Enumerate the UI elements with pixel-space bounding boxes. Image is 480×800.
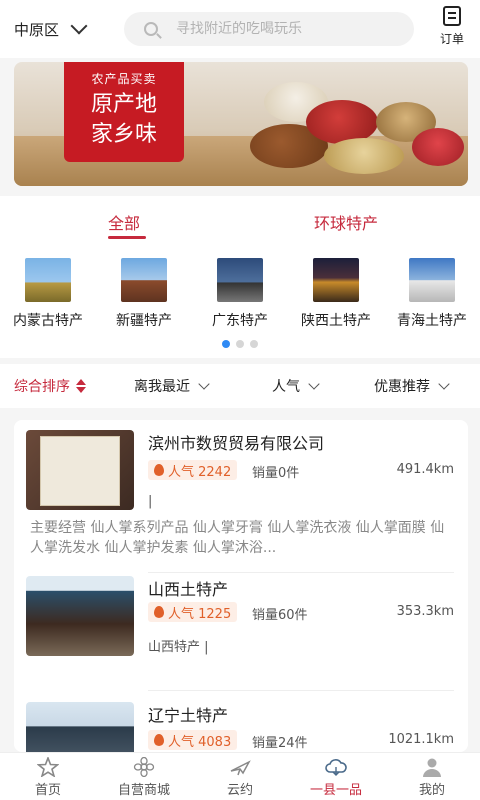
filter-popularity[interactable]: 人气: [272, 376, 320, 396]
sales-count: 销量0件: [252, 466, 300, 481]
category-item[interactable]: 青海土特产: [384, 258, 480, 330]
carousel-dot[interactable]: [236, 340, 244, 348]
filter-nearest[interactable]: 离我最近: [134, 376, 210, 396]
nav-label: 首页: [34, 783, 61, 798]
chevron-down-icon: [308, 378, 320, 390]
license-document: [40, 436, 120, 506]
category-thumbnail: [217, 258, 263, 302]
top-bar: 中原区 订单: [0, 0, 480, 58]
nav-mine[interactable]: 我的: [384, 753, 480, 800]
business-scope: 主要经营 仙人掌系列产品 仙人掌牙膏 仙人掌洗衣液 仙人掌面膜 仙人掌洗发水 仙…: [30, 520, 445, 556]
popularity-badge: 人气 2242: [148, 460, 238, 480]
carousel-dot[interactable]: [250, 340, 258, 348]
category-label: 青海土特产: [397, 313, 467, 329]
filter-label: 人气: [272, 379, 300, 395]
filter-label: 综合排序: [14, 379, 70, 395]
search-input[interactable]: [176, 21, 396, 37]
store-tags: 山西特产 |: [148, 640, 209, 655]
popularity-value: 人气 2242: [168, 464, 232, 480]
distance: 1021.1km: [388, 732, 454, 747]
search-icon: [144, 22, 158, 36]
carousel-dot[interactable]: [222, 340, 230, 348]
location-label: 中原区: [14, 20, 60, 39]
flame-icon: [154, 734, 164, 746]
category-tabs: 全部 环球特产: [0, 196, 480, 248]
clipboard-icon: [442, 6, 461, 26]
popularity-badge: 人气 4083: [148, 730, 238, 750]
category-item[interactable]: 广东特产: [192, 258, 288, 330]
category-thumbnail: [25, 258, 71, 302]
cloud-icon: [325, 759, 347, 776]
chevron-down-icon: [438, 378, 450, 390]
category-label: 广东特产: [212, 313, 268, 329]
promo-banner[interactable]: 农产品买卖 原产地 家乡味: [14, 62, 468, 186]
store-name: 山西土特产: [148, 580, 229, 599]
store-tags: |: [148, 494, 153, 509]
banner-badge: 农产品买卖 原产地 家乡味: [64, 62, 184, 162]
filter-comprehensive-sort[interactable]: 综合排序: [14, 376, 86, 396]
popularity-value: 人气 4083: [168, 734, 232, 750]
store-item[interactable]: 山西土特产 人气 1225 销量60件 353.3km 山西特产 |: [14, 572, 468, 692]
sales-count: 销量24件: [252, 736, 308, 751]
sort-arrows-icon: [76, 379, 86, 393]
sales-count: 销量60件: [252, 608, 308, 623]
carousel-dots: [0, 340, 480, 348]
category-thumbnail: [121, 258, 167, 302]
category-label: 内蒙古特产: [13, 313, 83, 329]
star-icon: [37, 757, 59, 777]
distance: 353.3km: [396, 604, 454, 619]
flower-icon: [133, 757, 155, 777]
distance: 491.4km: [396, 462, 454, 477]
nav-self-mall[interactable]: 自营商城: [96, 753, 192, 800]
popularity-badge: 人气 1225: [148, 602, 238, 622]
store-image: [26, 702, 134, 752]
store-item[interactable]: 滨州市数贸贸易有限公司 人气 2242 销量0件 491.4km | 主要经营 …: [14, 420, 468, 570]
plane-icon: [230, 760, 251, 776]
chevron-down-icon: [70, 17, 88, 35]
category-item[interactable]: 陕西土特产: [288, 258, 384, 330]
search-box[interactable]: [124, 12, 414, 46]
region-categories: 内蒙古特产 新疆特产 广东特产 陕西土特产 青海土特产: [0, 248, 480, 358]
person-icon: [423, 758, 441, 777]
food-bowl: [324, 138, 404, 174]
popularity-value: 人气 1225: [168, 606, 232, 622]
nav-label: 一县一品: [309, 783, 362, 798]
nav-cloud-booking[interactable]: 云约: [192, 753, 288, 800]
store-list: 滨州市数贸贸易有限公司 人气 2242 销量0件 491.4km | 主要经营 …: [14, 420, 468, 752]
chevron-down-icon: [198, 378, 210, 390]
nav-label: 云约: [226, 783, 253, 798]
category-thumbnail: [409, 258, 455, 302]
store-name: 辽宁土特产: [148, 706, 229, 725]
banner-badge-line2: 家乡味: [90, 122, 157, 147]
food-bowl: [412, 128, 464, 166]
location-selector[interactable]: 中原区: [14, 17, 88, 40]
filter-label: 优惠推荐: [374, 379, 430, 395]
category-item[interactable]: 内蒙古特产: [0, 258, 96, 330]
nav-label: 我的: [418, 783, 445, 798]
store-image: [26, 576, 134, 656]
category-item[interactable]: 新疆特产: [96, 258, 192, 330]
category-label: 陕西土特产: [301, 313, 371, 329]
flame-icon: [154, 606, 164, 618]
banner-badge-small: 农产品买卖: [91, 72, 157, 86]
orders-button[interactable]: 订单: [440, 6, 464, 47]
nav-label: 自营商城: [117, 783, 170, 798]
tab-underline: [108, 236, 146, 239]
banner-badge-line1: 原产地: [90, 92, 157, 117]
sort-filter-bar: 综合排序 离我最近 人气 优惠推荐: [0, 364, 480, 408]
store-item[interactable]: 辽宁土特产 人气 4083 销量24件 1021.1km: [14, 690, 468, 752]
flame-icon: [154, 464, 164, 476]
filter-promotion[interactable]: 优惠推荐: [374, 376, 450, 396]
tab-all[interactable]: 全部: [108, 210, 140, 234]
category-thumbnail: [313, 258, 359, 302]
bottom-nav: 首页 自营商城 云约 一县一品 我的: [0, 752, 480, 800]
tab-global-specialties[interactable]: 环球特产: [314, 210, 378, 234]
store-image: [26, 430, 134, 510]
category-label: 新疆特产: [116, 313, 172, 329]
orders-label: 订单: [439, 32, 464, 46]
nav-one-county-one-product[interactable]: 一县一品: [288, 753, 384, 800]
filter-label: 离我最近: [134, 379, 190, 395]
store-name: 滨州市数贸贸易有限公司: [148, 434, 325, 453]
nav-home[interactable]: 首页: [0, 753, 96, 800]
